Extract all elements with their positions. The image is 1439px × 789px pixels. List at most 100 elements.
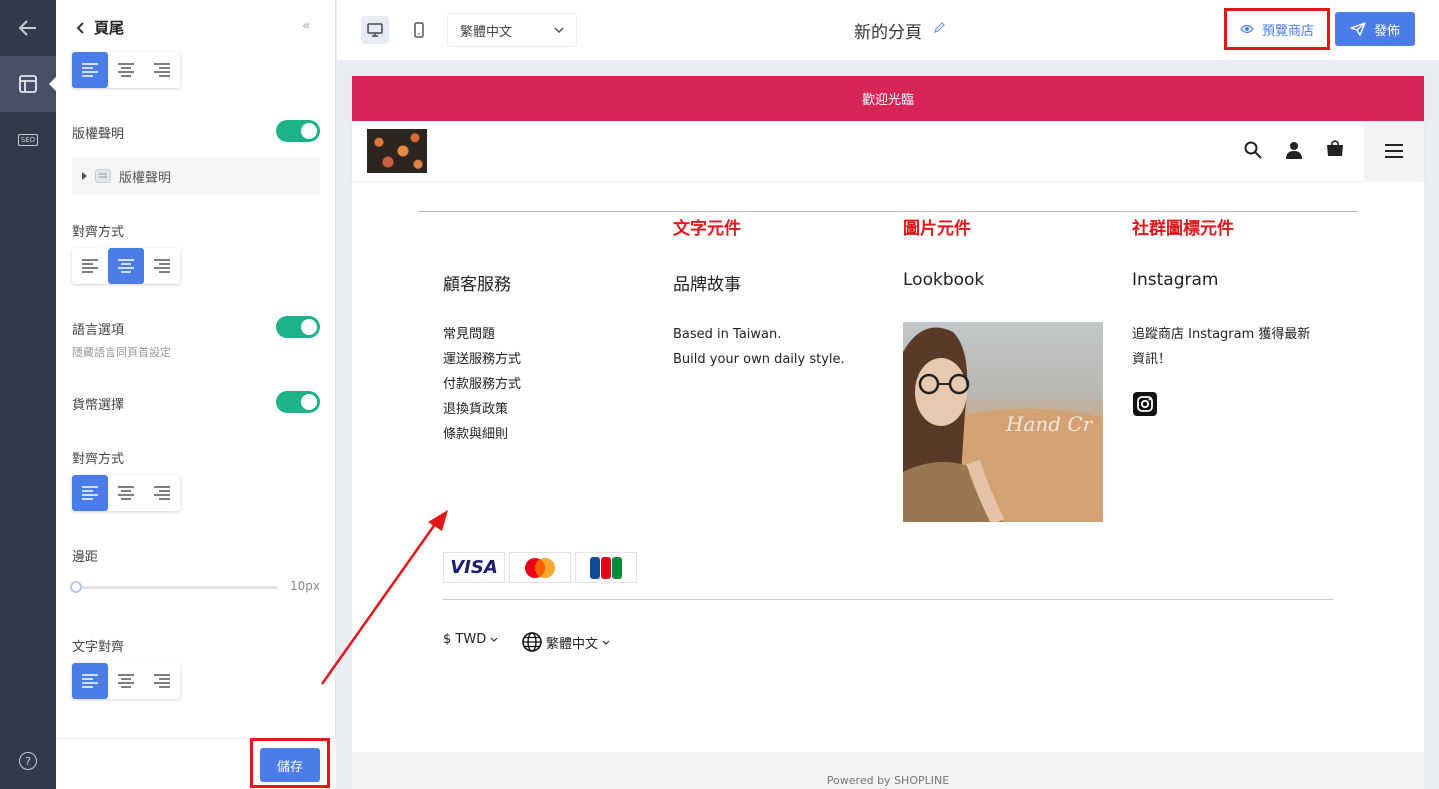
align-group-1 <box>72 248 180 284</box>
footer-top-divider <box>418 211 1358 212</box>
align-left-icon[interactable] <box>72 475 108 511</box>
margin-slider[interactable] <box>70 581 278 593</box>
layout-button[interactable] <box>0 56 57 112</box>
announcement-text: 歡迎光臨 <box>861 93 914 108</box>
collapse-icon[interactable]: « <box>302 18 311 34</box>
chevron-down-icon <box>490 637 498 642</box>
save-button[interactable]: 儲存 <box>260 748 320 782</box>
footer-link[interactable]: 條款與細則 <box>443 422 521 447</box>
align-left-icon[interactable] <box>72 663 108 699</box>
lookbook-image[interactable]: Hand Cr <box>903 322 1103 522</box>
powered-by-text: Powered by SHOPLINE <box>826 774 950 787</box>
menu-icon <box>1385 144 1403 158</box>
panel-title: 頁尾 <box>94 19 125 37</box>
footer-link[interactable]: 運送服務方式 <box>443 347 521 372</box>
language-label: 語言選項 <box>72 323 125 338</box>
align-center-icon[interactable] <box>108 248 144 284</box>
align-center-icon[interactable] <box>108 475 144 511</box>
footer-link[interactable]: 付款服務方式 <box>443 372 521 397</box>
align-left-icon[interactable] <box>72 248 108 284</box>
brand-story-line: Based in Taiwan. <box>673 327 782 342</box>
footer-col-title: 品牌故事 <box>673 275 741 295</box>
edit-pencil-icon[interactable] <box>933 22 945 34</box>
send-icon <box>1350 22 1366 36</box>
help-icon: ? <box>19 752 37 770</box>
publish-button[interactable]: 發佈 <box>1335 12 1415 46</box>
copyright-item-label: 版權聲明 <box>119 170 172 186</box>
align-right-icon[interactable] <box>144 663 180 699</box>
editor-topbar: 繁體中文 新的分頁 預覽商店 發佈 <box>337 0 1439 60</box>
caret-right-icon <box>82 172 87 180</box>
instagram-line: 追蹤商店 Instagram 獲得最新 <box>1132 327 1311 342</box>
chevron-left-icon[interactable] <box>76 21 84 34</box>
align-right-icon[interactable] <box>144 248 180 284</box>
instagram-text: 追蹤商店 Instagram 獲得最新 資訊！ <box>1132 322 1310 372</box>
brand-story-text: Based in Taiwan. Build your own daily st… <box>673 322 845 372</box>
brand-story-line: Build your own daily style. <box>673 352 845 367</box>
annotation-arrow <box>320 510 448 685</box>
jcb-logo <box>575 552 637 583</box>
copyright-toggle[interactable] <box>276 120 320 142</box>
slider-knob[interactable] <box>70 581 82 593</box>
search-icon[interactable] <box>1244 141 1262 159</box>
align-label-2: 對齊方式 <box>72 452 125 467</box>
preview-store-label: 預覽商店 <box>1262 23 1315 39</box>
footer-col-title: Lookbook <box>903 270 985 290</box>
annotation-social-component: 社群圖標元件 <box>1132 219 1234 239</box>
app-rail: SEO ? <box>0 0 57 789</box>
footer-bottom-divider <box>443 599 1333 600</box>
footer-language-value: 繁體中文 <box>546 636 599 652</box>
panel-footer: 儲存 <box>56 738 336 789</box>
panel-header[interactable]: 頁尾 <box>76 17 124 38</box>
align-center-icon[interactable] <box>108 663 144 699</box>
text-align-label: 文字對齊 <box>72 640 125 655</box>
footer-link[interactable]: 退換貨政策 <box>443 397 521 422</box>
align-center-icon[interactable] <box>108 52 144 88</box>
arrow-left-icon <box>19 20 36 36</box>
instagram-line: 資訊！ <box>1132 352 1172 367</box>
align-left-icon[interactable] <box>72 52 108 88</box>
mastercard-logo <box>509 552 571 583</box>
language-toggle[interactable] <box>276 316 320 338</box>
help-button[interactable]: ? <box>0 733 56 789</box>
footer-link[interactable]: 常見問題 <box>443 322 521 347</box>
annotation-text-component: 文字元件 <box>673 219 741 239</box>
align-right-icon[interactable] <box>144 52 180 88</box>
text-align-group <box>72 663 180 699</box>
customer-service-links: 常見問題 運送服務方式 付款服務方式 退換貨政策 條款與細則 <box>443 322 521 447</box>
slider-track <box>72 586 278 589</box>
seo-icon: SEO <box>17 134 39 146</box>
currency-toggle[interactable] <box>276 391 320 413</box>
copyright-label: 版權聲明 <box>72 127 125 142</box>
text-block-icon <box>95 169 111 183</box>
instagram-icon[interactable] <box>1133 392 1157 416</box>
layout-icon <box>19 75 37 93</box>
back-button[interactable] <box>0 0 56 56</box>
store-preview: 歡迎光臨 文字元件 圖片元件 社群圖標元件 顧客服務 常見問題 運送服務方式 付… <box>352 76 1424 789</box>
hamburger-menu-button[interactable] <box>1364 121 1424 181</box>
eye-icon <box>1240 24 1254 34</box>
store-logo[interactable] <box>367 129 427 173</box>
align-right-icon[interactable] <box>144 475 180 511</box>
margin-label: 邊距 <box>72 550 99 565</box>
align-label-1: 對齊方式 <box>72 225 125 240</box>
store-header <box>352 121 1424 181</box>
shopping-bag-icon[interactable] <box>1326 139 1344 157</box>
footer-language-dropdown[interactable]: 繁體中文 <box>522 632 610 652</box>
settings-panel: 頁尾 « 版權聲明 版權聲明 對齊方式 語言選項 隱藏語言同頁首設定 貨幣選擇 … <box>56 0 336 789</box>
seo-button[interactable]: SEO <box>0 112 56 168</box>
align-group-top <box>72 52 180 88</box>
footer-col-title: Instagram <box>1132 270 1219 290</box>
footer-col-title: 顧客服務 <box>443 275 511 295</box>
preview-store-button[interactable]: 預覽商店 <box>1228 12 1326 46</box>
align-group-2 <box>72 475 180 511</box>
publish-label: 發佈 <box>1373 23 1400 39</box>
user-icon[interactable] <box>1285 141 1303 159</box>
announcement-bar: 歡迎光臨 <box>352 76 1424 121</box>
annotation-image-component: 圖片元件 <box>903 219 971 239</box>
payment-methods: VISA <box>443 552 637 583</box>
copyright-accordion[interactable]: 版權聲明 <box>72 158 320 194</box>
lookbook-image-caption: Hand Cr <box>1006 412 1093 436</box>
currency-label: 貨幣選擇 <box>72 398 125 413</box>
chevron-down-icon <box>602 640 610 645</box>
